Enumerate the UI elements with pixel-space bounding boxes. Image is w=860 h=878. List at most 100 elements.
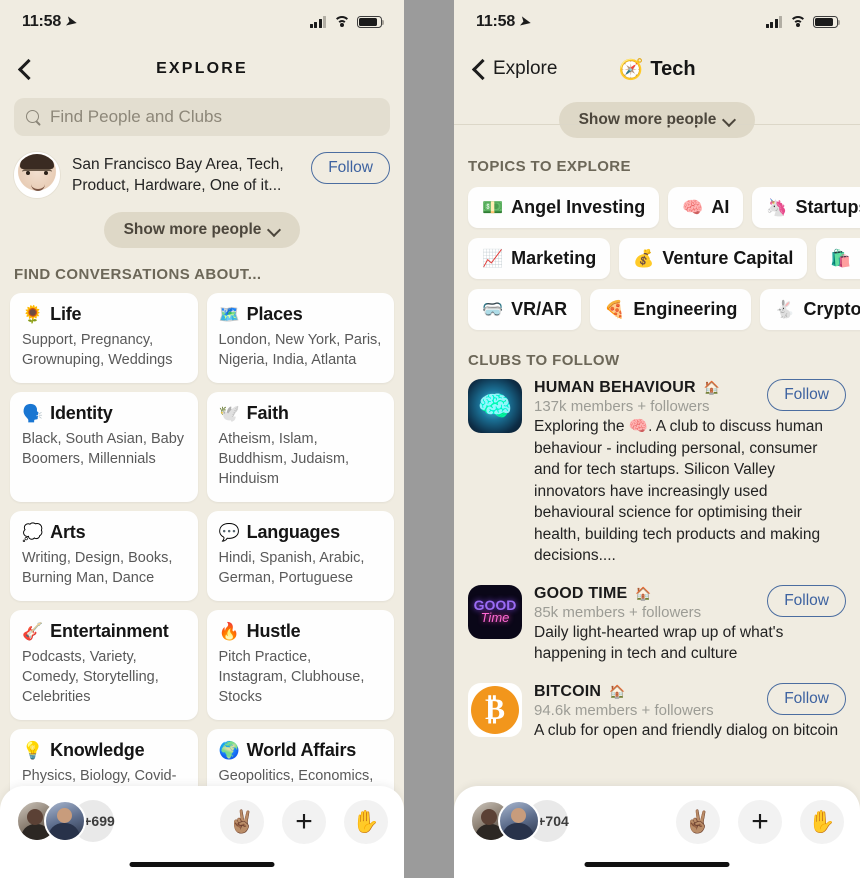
- club-members: 94.6k members + followers: [534, 701, 714, 719]
- club-row[interactable]: GOOD Time GOOD TIME 🏠 85k members + follo…: [454, 584, 860, 683]
- phone-right-tech: 11:58 ➤ Explore 🧭 Tech Show more people: [454, 0, 860, 878]
- battery-icon: [357, 15, 385, 29]
- speech-balloon-icon: 💬: [218, 523, 240, 542]
- topic-card[interactable]: 🗺️ Places London, New York, Paris, Nigeri…: [206, 293, 394, 383]
- goggles-icon: 🥽: [482, 299, 504, 319]
- chevron-down-icon: [724, 115, 735, 126]
- topic-card[interactable]: 💭 Arts Writing, Design, Books, Burning Ma…: [10, 511, 198, 601]
- raise-hand-button[interactable]: ✋: [344, 800, 388, 844]
- topic-chip[interactable]: 📈 Marketing: [468, 238, 611, 279]
- topic-chip[interactable]: 🥽 VR/AR: [468, 289, 582, 330]
- topic-card-subtitle: Support, Pregnancy, Grownuping, Weddings: [22, 332, 173, 368]
- topic-chip-label: Engineering: [633, 299, 738, 319]
- page-title-group: 🧭 Tech: [454, 57, 860, 82]
- topic-chip[interactable]: 🐇 Crypto: [760, 289, 860, 330]
- show-more-people-button[interactable]: Show more people: [103, 212, 301, 248]
- topic-chip-label: Venture Capital: [662, 248, 794, 268]
- house-icon: 🏠: [635, 585, 652, 601]
- bottom-actions: ✌🏽 + ✋: [220, 800, 388, 844]
- guitar-icon: 🎸: [22, 622, 44, 641]
- topic-card-subtitle: Hindi, Spanish, Arabic, German, Portugue…: [218, 550, 365, 586]
- topic-card[interactable]: 💬 Languages Hindi, Spanish, Arabic, Germa…: [206, 511, 394, 601]
- topic-chip[interactable]: 🛍️ DTC: [816, 238, 860, 279]
- speaking-head-icon: 🗣️: [22, 404, 44, 423]
- cellular-signal-icon: [765, 16, 782, 28]
- battery-icon: [813, 15, 841, 29]
- club-description: A club for open and friendly dialog on b…: [534, 721, 839, 739]
- follow-button[interactable]: Follow: [767, 584, 846, 617]
- wifi-icon: [789, 16, 806, 28]
- screenshot-stage: 11:58 ➤ EXPLORE Find People and Clubs Sa…: [0, 0, 860, 878]
- chevron-down-icon: [269, 225, 280, 236]
- status-right-group: [765, 15, 841, 29]
- club-description: Daily light-hearted wrap up of what's ha…: [534, 623, 784, 663]
- cellular-signal-icon: [309, 16, 326, 28]
- avatar: [498, 800, 540, 842]
- status-time: 11:58: [22, 13, 62, 30]
- person-bio: San Francisco Bay Area, Tech, Product, H…: [72, 156, 284, 194]
- tech-scroll-area[interactable]: TOPICS TO EXPLORE 💵 Angel Investing 🧠 AI…: [454, 150, 860, 848]
- brain-icon: 🧠: [682, 197, 704, 217]
- home-indicator: [584, 862, 730, 867]
- status-left-group: 11:58 ➤: [476, 13, 533, 31]
- new-room-button[interactable]: +: [282, 800, 326, 844]
- status-time: 11:58: [476, 13, 516, 30]
- active-users-stack[interactable]: +704: [470, 800, 569, 842]
- active-users-stack[interactable]: +699: [16, 800, 115, 842]
- topic-card-title: Faith: [246, 403, 289, 423]
- status-bar-right: 11:58 ➤: [454, 0, 860, 44]
- topic-card-title: Places: [246, 304, 303, 324]
- topic-card[interactable]: 🎸 Entertainment Podcasts, Variety, Comedy…: [10, 610, 198, 720]
- follow-button[interactable]: Follow: [767, 682, 846, 715]
- club-description: Exploring the 🧠. A club to discuss human…: [534, 418, 823, 564]
- topic-card-subtitle: Atheism, Islam, Buddhism, Judaism, Hindu…: [218, 431, 350, 487]
- topic-card-grid: 🌻 Life Support, Pregnancy, Grownuping, We…: [0, 293, 404, 836]
- topic-card[interactable]: 🌻 Life Support, Pregnancy, Grownuping, We…: [10, 293, 198, 383]
- topic-chip-label: Crypto: [803, 299, 860, 319]
- topic-card[interactable]: 🕊️ Faith Atheism, Islam, Buddhism, Judais…: [206, 392, 394, 502]
- dove-icon: 🕊️: [218, 404, 240, 423]
- lightbulb-icon: 💡: [22, 741, 44, 760]
- show-more-people-area: Show more people: [454, 94, 860, 150]
- club-name: BITCOIN: [534, 682, 602, 700]
- club-members: 85k members + followers: [534, 603, 702, 621]
- topic-chip[interactable]: 🦄 Startups: [752, 187, 860, 228]
- topic-card[interactable]: 🔥 Hustle Pitch Practice, Instagram, Clubh…: [206, 610, 394, 720]
- topic-card-title: Hustle: [246, 621, 301, 641]
- topic-card-subtitle: Pitch Practice, Instagram, Clubhouse, St…: [218, 649, 365, 705]
- topic-card-subtitle: Podcasts, Variety, Comedy, Storytelling,…: [22, 649, 159, 705]
- club-row[interactable]: ₿ BITCOIN 🏠 94.6k members + followers Fo…: [454, 682, 860, 760]
- back-button[interactable]: [14, 58, 36, 80]
- wifi-icon: [333, 16, 350, 28]
- topic-chip[interactable]: 💵 Angel Investing: [468, 187, 660, 228]
- club-row[interactable]: HUMAN BEHAVIOUR 🏠 137k members + followe…: [454, 379, 860, 585]
- good-time-club-icon: GOOD Time: [468, 584, 522, 639]
- bottom-bar-left: +699 ✌🏽 + ✋: [0, 786, 404, 878]
- home-indicator: [129, 862, 275, 867]
- location-arrow-icon: ➤: [518, 13, 533, 30]
- topic-card[interactable]: 🗣️ Identity Black, South Asian, Baby Boom…: [10, 392, 198, 502]
- explore-scroll-area[interactable]: San Francisco Bay Area, Tech, Product, H…: [0, 148, 404, 836]
- topic-chip-row: 📈 Marketing 💰 Venture Capital 🛍️ DTC: [468, 238, 860, 279]
- topic-card-title: Arts: [50, 522, 86, 542]
- peace-hand-button[interactable]: ✌🏽: [220, 800, 264, 844]
- search-input[interactable]: Find People and Clubs: [14, 98, 390, 136]
- topic-card-subtitle: Writing, Design, Books, Burning Man, Dan…: [22, 550, 173, 586]
- pizza-icon: 🍕: [604, 299, 626, 319]
- person-suggestion-row[interactable]: San Francisco Bay Area, Tech, Product, H…: [0, 148, 404, 198]
- raise-hand-button[interactable]: ✋: [800, 800, 844, 844]
- topic-chip[interactable]: 🧠 AI: [668, 187, 744, 228]
- follow-button[interactable]: Follow: [311, 152, 390, 184]
- new-room-button[interactable]: +: [738, 800, 782, 844]
- dollar-bill-icon: 💵: [482, 197, 504, 217]
- status-bar-left: 11:58 ➤: [0, 0, 404, 44]
- topic-card-title: Entertainment: [50, 621, 169, 641]
- topic-chip[interactable]: 🍕 Engineering: [590, 289, 752, 330]
- topic-chip-row: 🥽 VR/AR 🍕 Engineering 🐇 Crypto: [468, 289, 860, 330]
- page-title: EXPLORE: [156, 60, 248, 77]
- peace-hand-button[interactable]: ✌🏽: [676, 800, 720, 844]
- topic-chip[interactable]: 💰 Venture Capital: [619, 238, 808, 279]
- club-body: GOOD TIME 🏠 85k members + followers Foll…: [534, 584, 846, 665]
- show-more-people-button[interactable]: Show more people: [558, 102, 756, 138]
- follow-button[interactable]: Follow: [767, 379, 846, 411]
